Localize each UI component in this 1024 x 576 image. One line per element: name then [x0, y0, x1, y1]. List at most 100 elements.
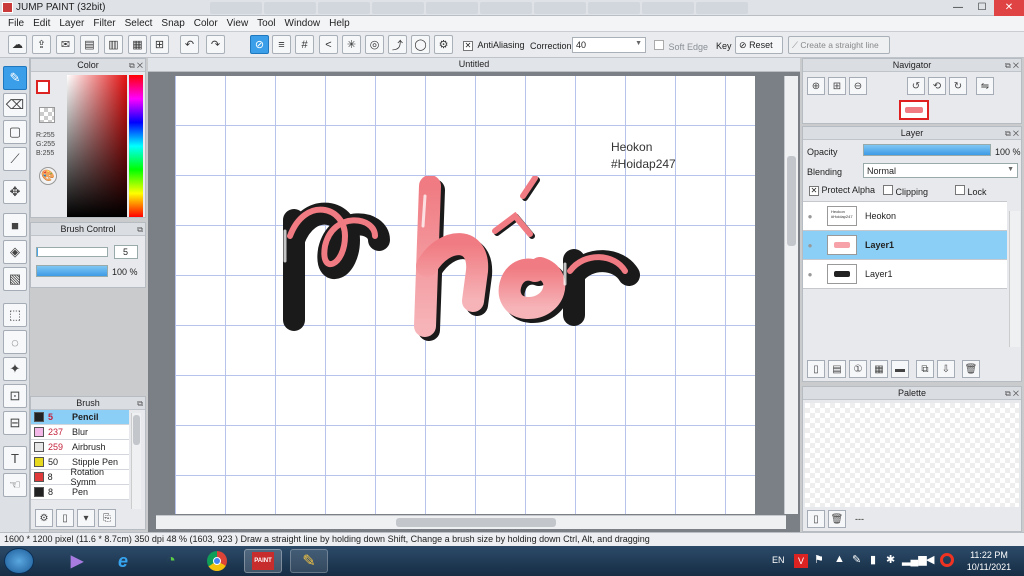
menu-help[interactable]: Help	[325, 16, 355, 31]
tray-battery-icon[interactable]: ▮	[870, 553, 876, 566]
hue-slider[interactable]	[129, 75, 143, 217]
brush-size-slider[interactable]	[36, 247, 108, 257]
select-rect-tool-icon[interactable]: ⬚	[3, 303, 27, 327]
vivaldi-tray-icon[interactable]: V	[794, 554, 808, 568]
foreground-color-swatch[interactable]	[36, 80, 50, 94]
soft-edge-checkbox[interactable]	[654, 40, 664, 50]
jump-paint-taskbar-icon[interactable]: PAINT	[244, 549, 282, 573]
rotate-left-icon[interactable]: ↺	[907, 77, 925, 95]
tray-notes-icon[interactable]: ✎	[852, 553, 861, 566]
layer-row[interactable]: ● Layer1	[803, 260, 1007, 289]
maximize-button[interactable]: ☐	[970, 0, 994, 16]
merge-layer-icon[interactable]: ⇩	[937, 360, 955, 378]
duplicate-layer-icon[interactable]: ⧉	[916, 360, 934, 378]
pen-tool-icon[interactable]: ✎	[3, 66, 27, 90]
layer-opacity-slider[interactable]	[863, 144, 991, 156]
document-icon[interactable]: ▥	[104, 35, 123, 54]
text-tool-icon[interactable]: T	[3, 446, 27, 470]
rotate-reset-icon[interactable]: ⟲	[928, 77, 946, 95]
lock-checkbox[interactable]	[955, 185, 965, 195]
visual-studio-icon[interactable]: ▶	[58, 549, 96, 573]
brush-list-scrollbar[interactable]	[131, 413, 141, 509]
panel-popout-icon[interactable]: ⧉	[137, 224, 143, 236]
bucket-tool-icon[interactable]: ◈	[3, 240, 27, 264]
zoom-out-icon[interactable]: ⊖	[849, 77, 867, 95]
new-raster-layer-icon[interactable]: ▤	[828, 360, 846, 378]
protect-alpha-checkbox[interactable]: ✕	[809, 186, 819, 196]
panel-popout-icon[interactable]: ⧉ ✕	[1005, 128, 1019, 140]
brush-settings-icon[interactable]: ⚙	[35, 509, 53, 527]
save-icon[interactable]: ▦	[128, 35, 147, 54]
menu-color[interactable]: Color	[190, 16, 223, 31]
clipping-checkbox[interactable]	[883, 185, 893, 195]
grid-settings-icon[interactable]: ⊞	[150, 35, 169, 54]
brush-item-pen[interactable]: 8 Pen	[31, 485, 129, 500]
drawing-canvas[interactable]: Heokon #Hoidap247	[175, 76, 755, 514]
saturation-value-picker[interactable]	[67, 75, 127, 217]
palette-swatch-area[interactable]	[805, 403, 1019, 507]
panel-popout-icon[interactable]: ⧉ ✕	[1005, 388, 1019, 400]
canvas-vertical-scrollbar[interactable]	[784, 76, 798, 514]
brush-opacity-slider[interactable]	[36, 265, 108, 277]
menu-layer[interactable]: Layer	[55, 16, 89, 31]
snap-grid-icon[interactable]: #	[295, 35, 314, 54]
panel-popout-icon[interactable]: ⧉	[137, 398, 143, 410]
new-palette-icon[interactable]: ▯	[807, 510, 825, 528]
eraser-tool-icon[interactable]: ⌫	[3, 93, 27, 117]
brush-item-airbrush[interactable]: 259 Airbrush	[31, 440, 129, 455]
visibility-icon[interactable]: ●	[803, 241, 817, 250]
tray-app-icon[interactable]: ⚑	[814, 553, 824, 566]
antialiasing-checkbox[interactable]: ✕	[463, 41, 473, 51]
hand-tool-icon[interactable]: ☜	[3, 473, 27, 497]
menu-edit[interactable]: Edit	[29, 16, 55, 31]
tray-opera-icon[interactable]	[940, 553, 954, 567]
menu-select[interactable]: Select	[121, 16, 158, 31]
start-button-icon[interactable]	[4, 548, 34, 574]
panel-popout-icon[interactable]: ⧉ ✕	[1005, 60, 1019, 72]
cloud-icon[interactable]: ☁	[8, 35, 27, 54]
language-indicator[interactable]: EN	[772, 555, 785, 565]
new-1bit-layer-icon[interactable]: ①	[849, 360, 867, 378]
snap-radial-icon[interactable]: ✳	[342, 35, 361, 54]
move-tool-icon[interactable]: ✥	[3, 180, 27, 204]
snap-settings-icon[interactable]: ⚙	[434, 35, 453, 54]
new-layer-icon[interactable]: ▯	[807, 360, 825, 378]
protect-alpha-toggle[interactable]: ✕ Protect Alpha	[809, 185, 875, 196]
layer-row[interactable]: ● Heokon #Hoidap247 Heokon	[803, 202, 1007, 231]
comment-icon[interactable]: ✉	[56, 35, 75, 54]
brush-import-icon[interactable]: ⎘	[98, 509, 116, 527]
transparent-color-swatch[interactable]	[39, 107, 55, 123]
delete-layer-icon[interactable]: 🗑	[962, 360, 980, 378]
tray-network-icon[interactable]: ▂▄▆	[902, 553, 927, 566]
gradient-tool-icon[interactable]: ▧	[3, 267, 27, 291]
lock-toggle[interactable]: Lock	[955, 185, 987, 197]
panel-popout-icon[interactable]: ⧉ ✕	[129, 60, 143, 72]
horizontal-scroll-thumb[interactable]	[396, 518, 556, 527]
rotate-right-icon[interactable]: ↻	[949, 77, 967, 95]
rect-select-tool-icon[interactable]: ▢	[3, 120, 27, 144]
snap-circle-icon[interactable]: ◎	[365, 35, 384, 54]
clipping-toggle[interactable]: Clipping	[883, 185, 928, 197]
new-halftone-layer-icon[interactable]: ▦	[870, 360, 888, 378]
select-eraser-tool-icon[interactable]: ⊟	[3, 411, 27, 435]
soft-edge-toggle[interactable]: Soft Edge	[654, 40, 708, 52]
undo-icon[interactable]: ↶	[180, 35, 199, 54]
layer-row-selected[interactable]: ● Layer1	[803, 231, 1007, 260]
reset-button[interactable]: ⊘ Reset	[735, 36, 783, 54]
app-green-icon[interactable]: ◔	[152, 549, 190, 573]
lasso-tool-icon[interactable]: ◌	[3, 330, 27, 354]
tray-volume-icon[interactable]: ◀	[926, 553, 934, 566]
brush-item-rotation-symm[interactable]: 8 Rotation Symm	[31, 467, 129, 487]
snap-parallel-icon[interactable]: ≡	[272, 35, 291, 54]
menu-snap[interactable]: Snap	[157, 16, 189, 31]
close-button[interactable]: ✕	[994, 0, 1024, 16]
palette-picker-icon[interactable]: 🎨	[39, 167, 57, 185]
minimize-button[interactable]: —	[946, 0, 970, 16]
new-brush-icon[interactable]: ▯	[56, 509, 74, 527]
brush-item-pencil[interactable]: 5 Pencil	[31, 410, 129, 425]
document-tab[interactable]: Untitled	[148, 58, 800, 72]
menu-window[interactable]: Window	[281, 16, 326, 31]
new-folder-icon[interactable]: ▬	[891, 360, 909, 378]
chrome-icon[interactable]	[198, 549, 236, 573]
tray-chevron-icon[interactable]: ▲	[834, 553, 845, 565]
